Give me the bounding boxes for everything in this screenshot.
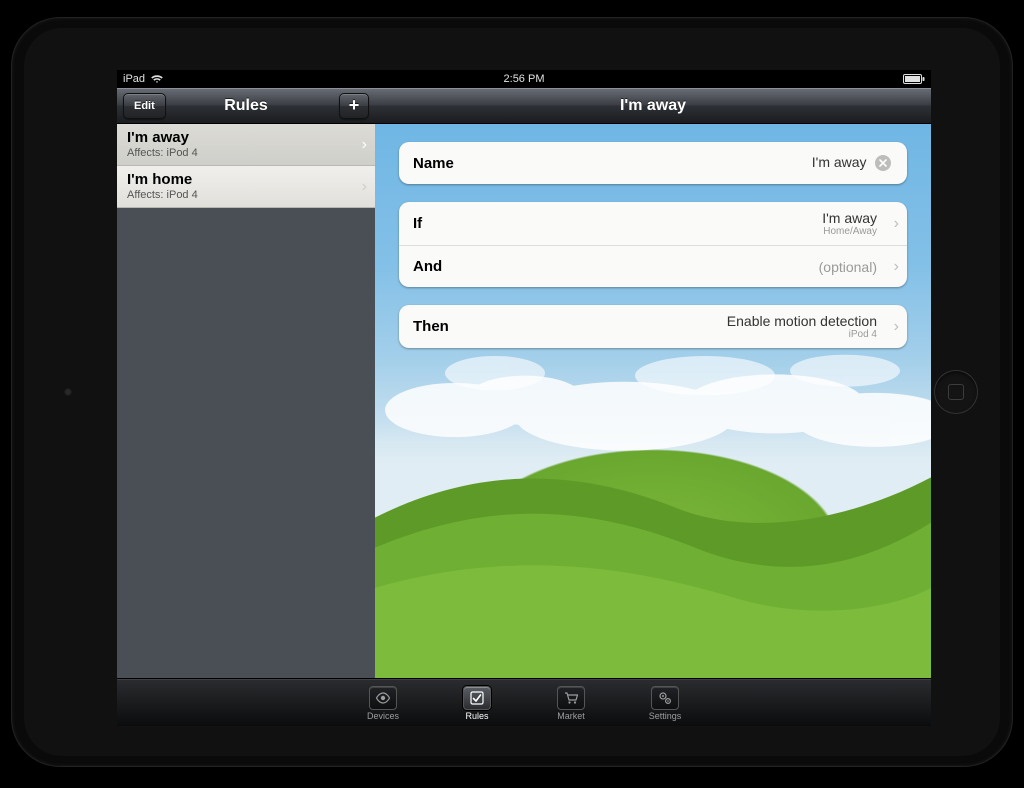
name-card: Name I'm away <box>399 142 907 184</box>
screen: iPad 2:56 PM <box>117 70 931 726</box>
rule-item-im-home[interactable]: I'm home Affects: iPod 4 › <box>117 166 375 208</box>
sidebar: Edit Rules + I'm away Affects: iPod 4 › <box>117 88 375 678</box>
chevron-right-icon: › <box>362 178 367 196</box>
row-label: Then <box>413 318 449 335</box>
then-row[interactable]: Then Enable motion detection iPod 4 › <box>399 305 907 348</box>
and-row[interactable]: And (optional) › <box>399 245 907 287</box>
carrier-label: iPad <box>123 73 145 85</box>
clock: 2:56 PM <box>504 73 545 85</box>
edit-button[interactable]: Edit <box>123 93 166 119</box>
then-subvalue: iPod 4 <box>727 329 877 340</box>
form: Name I'm away <box>375 124 931 366</box>
detail-title: I'm away <box>375 97 931 115</box>
name-value: I'm away <box>812 154 867 170</box>
rule-item-im-away[interactable]: I'm away Affects: iPod 4 › <box>117 124 375 166</box>
eye-icon <box>369 686 397 710</box>
status-bar: iPad 2:56 PM <box>117 70 931 88</box>
tab-bar: Devices Rules Market <box>117 678 931 726</box>
row-label: And <box>413 258 442 275</box>
action-card: Then Enable motion detection iPod 4 › <box>399 305 907 348</box>
if-row[interactable]: If I'm away Home/Away › <box>399 202 907 245</box>
tab-market[interactable]: Market <box>548 686 594 721</box>
if-value: I'm away <box>822 210 877 226</box>
tab-settings[interactable]: Settings <box>642 686 688 721</box>
cart-icon <box>557 686 585 710</box>
chevron-right-icon: › <box>894 215 899 233</box>
rule-name: I'm away <box>127 129 365 146</box>
tab-label: Market <box>557 711 585 721</box>
if-subvalue: Home/Away <box>822 226 877 237</box>
tab-label: Devices <box>367 711 399 721</box>
then-value: Enable motion detection <box>727 313 877 329</box>
rule-subtitle: Affects: iPod 4 <box>127 147 365 159</box>
clear-name-button[interactable] <box>875 155 891 171</box>
check-icon <box>463 686 491 710</box>
rule-list: I'm away Affects: iPod 4 › I'm home Affe… <box>117 124 375 208</box>
tab-rules[interactable]: Rules <box>454 686 500 721</box>
app: Edit Rules + I'm away Affects: iPod 4 › <box>117 88 931 726</box>
ipad-bezel: iPad 2:56 PM <box>24 28 1000 756</box>
sidebar-navbar: Edit Rules + <box>117 88 375 124</box>
rule-name: I'm home <box>127 171 365 188</box>
row-label: Name <box>413 155 454 172</box>
and-value: (optional) <box>819 259 877 275</box>
name-row[interactable]: Name I'm away <box>399 142 907 184</box>
chevron-right-icon: › <box>894 258 899 276</box>
chevron-right-icon: › <box>362 136 367 154</box>
gears-icon <box>651 686 679 710</box>
row-label: If <box>413 215 422 232</box>
condition-card: If I'm away Home/Away › And <box>399 202 907 287</box>
add-rule-button[interactable]: + <box>339 93 369 119</box>
rule-subtitle: Affects: iPod 4 <box>127 189 365 201</box>
front-camera <box>64 388 72 396</box>
home-button[interactable] <box>934 370 978 414</box>
ipad-frame: iPad 2:56 PM <box>12 18 1012 766</box>
tab-label: Rules <box>465 711 488 721</box>
battery-icon <box>903 74 925 84</box>
detail-navbar: I'm away <box>375 88 931 124</box>
wifi-icon <box>151 74 163 84</box>
sidebar-empty <box>117 208 375 678</box>
tab-label: Settings <box>649 711 682 721</box>
background-hills <box>375 407 931 678</box>
tab-devices[interactable]: Devices <box>360 686 406 721</box>
detail-pane: I'm away Name I'm away <box>375 88 931 678</box>
chevron-right-icon: › <box>894 318 899 336</box>
